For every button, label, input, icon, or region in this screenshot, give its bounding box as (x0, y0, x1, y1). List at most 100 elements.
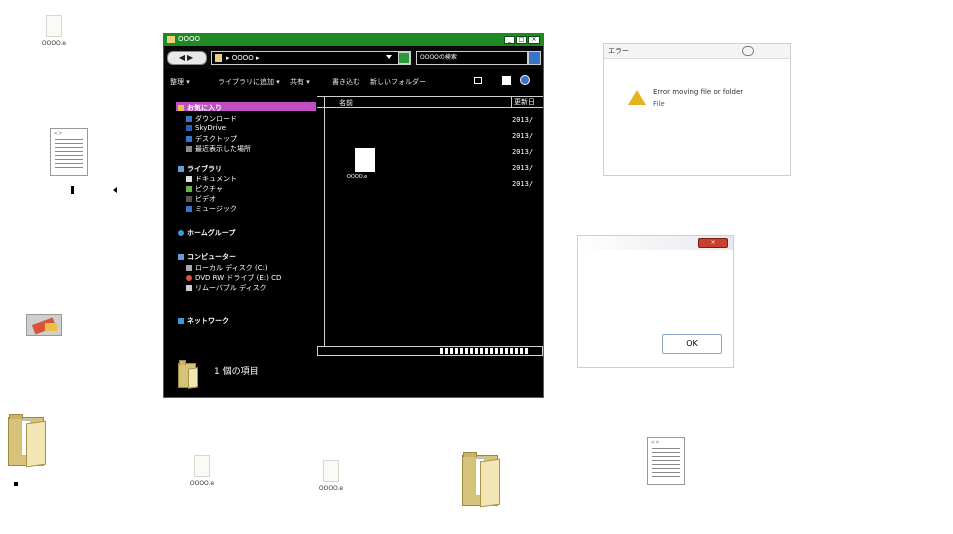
usb-drive-icon (186, 285, 192, 291)
dialog-title: エラー (608, 47, 629, 55)
downloads-icon (186, 116, 192, 122)
navigation-pane[interactable]: お気に入り ダウンロード SkyDrive デスクトップ 最近表示した場所 ライ… (164, 92, 316, 362)
desktop-icon-label: OOOO.e (318, 485, 344, 492)
nav-videos[interactable]: ビデオ (186, 194, 216, 204)
organize-menu[interactable]: 整理 ▾ (170, 77, 190, 87)
maximize-button[interactable]: □ (516, 36, 527, 44)
details-pane: 1 個の項目 (164, 356, 543, 397)
dialog-message-detail: File (653, 100, 665, 108)
refresh-icon[interactable] (398, 52, 410, 64)
date-cell: 2013/ (512, 180, 534, 188)
nav-libraries[interactable]: ライブラリ (178, 164, 222, 174)
dialog-message: Error moving file or folder (653, 88, 744, 96)
ok-button[interactable]: OK (662, 334, 722, 354)
folder-icon[interactable] (462, 452, 500, 508)
nav-homegroup[interactable]: ホームグループ (178, 228, 235, 238)
dropdown-chevron-icon[interactable] (386, 55, 392, 59)
explorer-window[interactable]: OOOO _ □ × ◀▶ ▸ OOOO ▸ OOOOの検索 整理 ▾ ライブラ… (163, 33, 544, 398)
image-file-icon (26, 314, 62, 336)
close-button[interactable]: × (528, 36, 540, 44)
share-menu[interactable]: 共有 ▾ (290, 77, 310, 87)
blank-file-icon (355, 148, 375, 172)
new-folder-button[interactable]: 新しいフォルダー (370, 77, 426, 87)
warning-icon (628, 90, 646, 105)
nav-skydrive[interactable]: SkyDrive (186, 124, 226, 132)
command-bar: 整理 ▾ ライブラリに追加 ▾ 共有 ▾ 書き込む 新しいフォルダー (164, 70, 543, 92)
folder-icon (178, 360, 198, 389)
recent-places-icon (186, 146, 192, 152)
text-file-icon: <> (50, 128, 88, 176)
nav-favorites[interactable]: お気に入り (178, 103, 222, 113)
horizontal-scrollbar[interactable] (317, 346, 543, 356)
file-item-label: OOOO.e (347, 174, 368, 180)
nav-desktop[interactable]: デスクトップ (186, 134, 237, 144)
desktop-image-file[interactable] (26, 314, 64, 338)
nav-network[interactable]: ネットワーク (178, 316, 229, 326)
file-list-pane[interactable]: 名前 更新日 2013/ 2013/ 2013/ 2013/ 2013/ OOO… (317, 92, 543, 346)
column-header-name[interactable]: 名前 (339, 98, 353, 108)
folder-icon (215, 54, 222, 62)
blank-file-icon (46, 15, 62, 37)
nav-pictures[interactable]: ピクチャ (186, 184, 223, 194)
nav-recent-places[interactable]: 最近表示した場所 (186, 144, 251, 154)
close-button[interactable] (742, 46, 754, 56)
nav-documents[interactable]: ドキュメント (186, 174, 237, 184)
desktop-icon-label: OOOO.e (189, 480, 215, 487)
view-options-icon[interactable] (474, 77, 482, 84)
window-titlebar[interactable]: OOOO _ □ × (164, 34, 543, 46)
date-cell: 2013/ (512, 148, 534, 156)
minimize-button[interactable]: _ (504, 36, 515, 44)
ok-button-label: OK (686, 339, 698, 348)
documents-icon (186, 176, 192, 182)
library-icon (178, 166, 184, 172)
date-cell: 2013/ (512, 116, 534, 124)
network-icon (178, 318, 184, 324)
desktop-icon-label: OOOO.e (41, 40, 67, 47)
search-icon[interactable] (528, 51, 541, 65)
nav-computer[interactable]: コンピューター (178, 252, 236, 262)
dvd-icon (186, 275, 192, 281)
star-icon (178, 105, 184, 111)
desktop-cursor-marker (71, 186, 74, 194)
homegroup-icon (178, 230, 184, 236)
window-title: OOOO (178, 35, 201, 43)
message-dialog[interactable]: × OK (577, 235, 734, 368)
address-bar-row: ◀▶ ▸ OOOO ▸ OOOOの検索 (164, 47, 543, 69)
address-path: ▸ OOOO ▸ (226, 54, 260, 62)
computer-icon (178, 254, 184, 260)
folder-icon (167, 36, 175, 43)
desktop-arrow-icon (113, 187, 117, 193)
close-button[interactable]: × (698, 238, 728, 248)
cloud-icon (186, 125, 192, 131)
nav-downloads[interactable]: ダウンロード (186, 114, 237, 124)
dialog-titlebar[interactable]: × (578, 236, 733, 250)
folder-icon[interactable] (8, 414, 46, 468)
column-header-row: 名前 更新日 (317, 96, 543, 108)
music-icon (186, 206, 192, 212)
desktop-icon (186, 136, 192, 142)
search-input[interactable]: OOOOの検索 (416, 51, 528, 65)
desktop-text-file[interactable]: <> (50, 128, 90, 178)
address-bar[interactable]: ▸ OOOO ▸ (211, 51, 411, 65)
details-text: 1 個の項目 (214, 367, 259, 377)
file-item[interactable]: OOOO.e (347, 148, 387, 180)
include-in-library-menu[interactable]: ライブラリに追加 ▾ (218, 77, 280, 87)
disk-icon (186, 265, 192, 271)
nav-local-disk[interactable]: ローカル ディスク (C:) (186, 263, 268, 273)
dialog-titlebar[interactable]: エラー (604, 44, 790, 59)
text-file-icon[interactable]: <> (647, 437, 685, 485)
desktop-icon-label (14, 482, 18, 486)
preview-pane-icon[interactable] (502, 76, 511, 85)
back-forward-buttons[interactable]: ◀▶ (167, 51, 207, 65)
nav-music[interactable]: ミュージック (186, 204, 237, 214)
nav-removable-disk[interactable]: リムーバブル ディスク (186, 283, 267, 293)
date-cell: 2013/ (512, 164, 534, 172)
nav-dvd-drive[interactable]: DVD RW ドライブ (E:) CD (186, 273, 281, 283)
error-dialog[interactable]: エラー Error moving file or folder File (603, 43, 791, 176)
column-header-date[interactable]: 更新日 (511, 97, 541, 107)
scrollbar-thumb[interactable] (440, 348, 528, 354)
burn-button[interactable]: 書き込む (332, 77, 360, 87)
blank-file-icon (194, 455, 210, 477)
vertical-scrollbar[interactable] (317, 96, 325, 346)
help-icon[interactable] (520, 75, 530, 85)
